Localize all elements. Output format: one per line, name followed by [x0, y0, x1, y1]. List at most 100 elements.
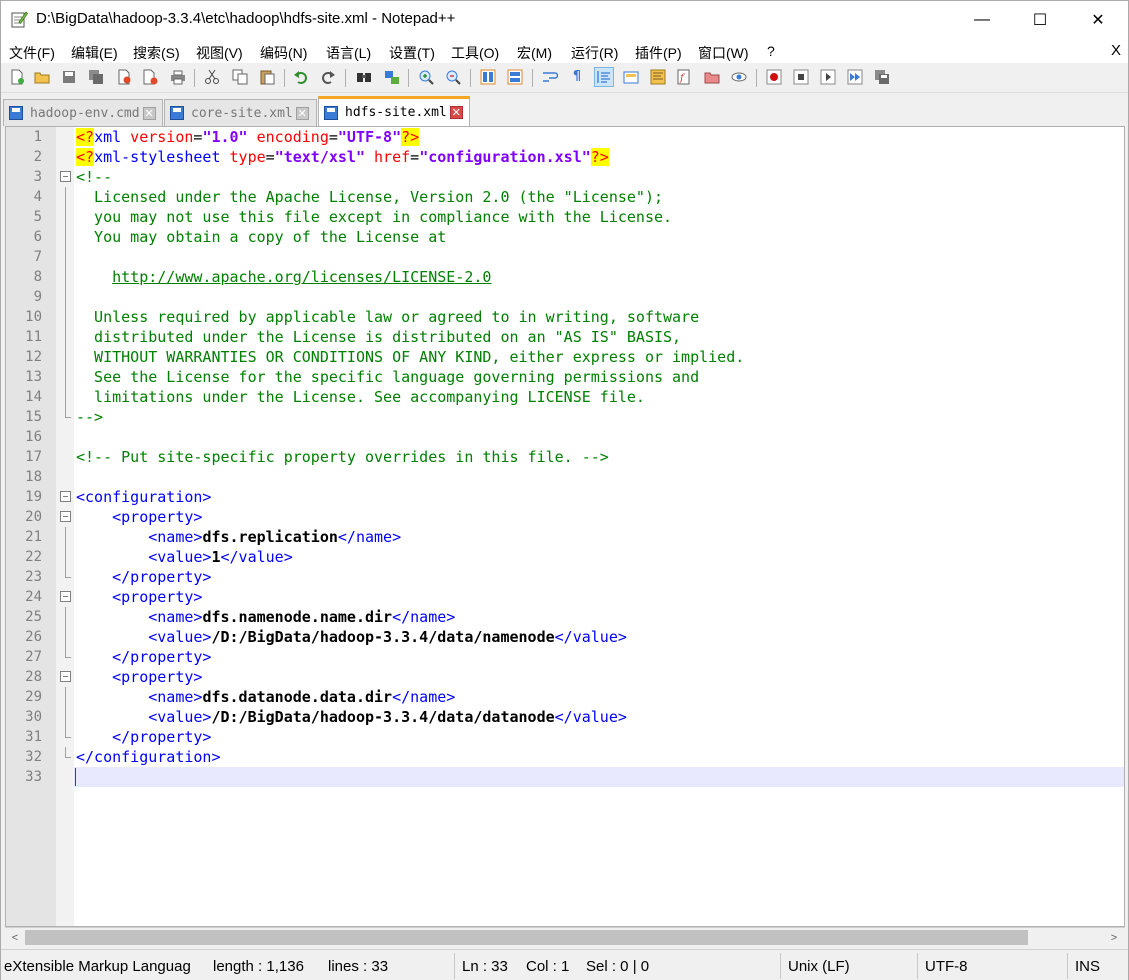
close-document-button[interactable]: X	[1111, 42, 1121, 59]
code-line: 25 <name>dfs.namenode.name.dir</name>	[25, 607, 1124, 627]
menu-plugins[interactable]: 插件(P)	[635, 43, 682, 63]
line-number: 18	[25, 469, 42, 485]
line-number: 22	[25, 549, 42, 565]
scroll-left-icon[interactable]: <	[7, 930, 23, 946]
scroll-right-icon[interactable]: >	[1106, 930, 1122, 946]
minimize-button[interactable]: —	[959, 1, 1005, 39]
monitoring-icon[interactable]	[729, 67, 749, 87]
run-macro-multiple-icon[interactable]	[845, 67, 865, 87]
play-macro-icon[interactable]	[818, 67, 838, 87]
menu-settings[interactable]: 设置(T)	[389, 43, 435, 63]
function-list-icon[interactable]: f	[674, 67, 694, 87]
line-number: 29	[25, 689, 42, 705]
open-file-icon[interactable]	[32, 67, 52, 87]
cut-icon[interactable]	[202, 67, 222, 87]
line-number: 3	[33, 169, 42, 185]
undo-icon[interactable]	[291, 67, 311, 87]
title-bar: D:\BigData\hadoop-3.3.4\etc\hadoop\hdfs-…	[1, 1, 1128, 39]
menu-help[interactable]: ?	[767, 43, 775, 59]
code-line: 9	[34, 287, 1124, 307]
tab-label: hadoop-env.cmd	[30, 105, 140, 121]
code-line: 7	[34, 247, 1124, 267]
line-number: 13	[25, 369, 42, 385]
close-icon[interactable]	[114, 67, 134, 87]
menu-search[interactable]: 搜索(S)	[133, 43, 180, 63]
indent-guide-icon[interactable]	[594, 67, 614, 87]
toolbar: ¶ f	[1, 63, 1128, 93]
new-file-icon[interactable]	[7, 67, 27, 87]
fold-toggle-icon[interactable]	[60, 491, 71, 502]
line-number: 12	[25, 349, 42, 365]
line-number: 9	[33, 289, 42, 305]
sync-horizontal-icon[interactable]	[505, 67, 525, 87]
line-number: 10	[25, 309, 42, 325]
save-icon[interactable]	[59, 67, 79, 87]
stop-macro-icon[interactable]	[791, 67, 811, 87]
menu-edit[interactable]: 编辑(E)	[71, 43, 118, 63]
zoom-in-icon[interactable]	[416, 67, 436, 87]
code-line: 15 -->	[25, 407, 1124, 427]
folder-workspace-icon[interactable]	[702, 67, 722, 87]
save-icon	[324, 105, 338, 120]
code-line: 5 you may not use this file except in co…	[34, 207, 1124, 227]
fold-toggle-icon[interactable]	[60, 671, 71, 682]
close-window-button[interactable]: ✕	[1075, 1, 1121, 39]
close-all-icon[interactable]	[140, 67, 160, 87]
replace-icon[interactable]	[382, 67, 402, 87]
line-number: 33	[25, 769, 42, 785]
fold-toggle-icon[interactable]	[60, 511, 71, 522]
window-title: D:\BigData\hadoop-3.3.4\etc\hadoop\hdfs-…	[36, 10, 456, 27]
menu-tools[interactable]: 工具(O)	[451, 43, 499, 63]
menu-view[interactable]: 视图(V)	[196, 43, 243, 63]
line-number: 5	[33, 209, 42, 225]
save-all-icon[interactable]	[86, 67, 106, 87]
udl-icon[interactable]	[621, 67, 641, 87]
code-line: 22 <value>1</value>	[25, 547, 1124, 567]
close-tab-icon[interactable]: ✕	[295, 106, 309, 120]
save-icon	[9, 106, 23, 120]
copy-icon[interactable]	[230, 67, 250, 87]
redo-icon[interactable]	[318, 67, 338, 87]
tab-hadoop-env-cmd[interactable]: hadoop-env.cmd ✕	[3, 99, 163, 126]
find-icon[interactable]	[354, 67, 374, 87]
editor-area[interactable]: 1 <?xml version="1.0" encoding="UTF-8"?>…	[5, 126, 1125, 927]
horizontal-scrollbar[interactable]: < >	[5, 927, 1125, 947]
show-all-chars-icon[interactable]: ¶	[567, 67, 587, 87]
paste-icon[interactable]	[257, 67, 277, 87]
code-line: 2 <?xml-stylesheet type="text/xsl" href=…	[34, 147, 1124, 167]
menu-encoding[interactable]: 编码(N)	[260, 43, 307, 63]
close-tab-icon[interactable]: ✕	[449, 106, 463, 119]
line-number: 27	[25, 649, 42, 665]
code-line: 20 <property>	[25, 507, 1124, 527]
code-view[interactable]: 1 <?xml version="1.0" encoding="UTF-8"?>…	[25, 127, 1124, 926]
maximize-button[interactable]: ☐	[1017, 1, 1063, 39]
close-tab-icon[interactable]: ✕	[142, 106, 156, 120]
save-macro-icon[interactable]	[872, 67, 892, 87]
tab-core-site-xml[interactable]: core-site.xml ✕	[164, 99, 317, 126]
zoom-out-icon[interactable]	[443, 67, 463, 87]
menu-window[interactable]: 窗口(W)	[698, 43, 749, 63]
text-caret	[75, 768, 76, 786]
save-icon	[170, 106, 184, 120]
line-number: 26	[25, 629, 42, 645]
code-line: 32 </configuration>	[25, 747, 1124, 767]
line-number: 16	[25, 429, 42, 445]
fold-toggle-icon[interactable]	[60, 591, 71, 602]
code-line: 17 <!-- Put site-specific property overr…	[25, 447, 1124, 467]
menu-macro[interactable]: 宏(M)	[517, 43, 552, 63]
scrollbar-thumb[interactable]	[25, 930, 1028, 945]
sync-vertical-icon[interactable]	[478, 67, 498, 87]
print-icon[interactable]	[168, 67, 188, 87]
code-line: 16	[25, 427, 1124, 447]
tab-hdfs-site-xml[interactable]: hdfs-site.xml ✕	[318, 96, 470, 126]
current-line[interactable]: 33	[25, 767, 1124, 787]
license-link[interactable]: http://www.apache.org/licenses/LICENSE-2…	[112, 268, 491, 286]
word-wrap-icon[interactable]	[540, 67, 560, 87]
menu-file[interactable]: 文件(F)	[9, 43, 55, 63]
code-line: 11 distributed under the License is dist…	[25, 327, 1124, 347]
record-macro-icon[interactable]	[764, 67, 784, 87]
menu-run[interactable]: 运行(R)	[571, 43, 618, 63]
doc-map-icon[interactable]	[648, 67, 668, 87]
fold-toggle-icon[interactable]	[60, 171, 71, 182]
menu-language[interactable]: 语言(L)	[326, 43, 371, 63]
